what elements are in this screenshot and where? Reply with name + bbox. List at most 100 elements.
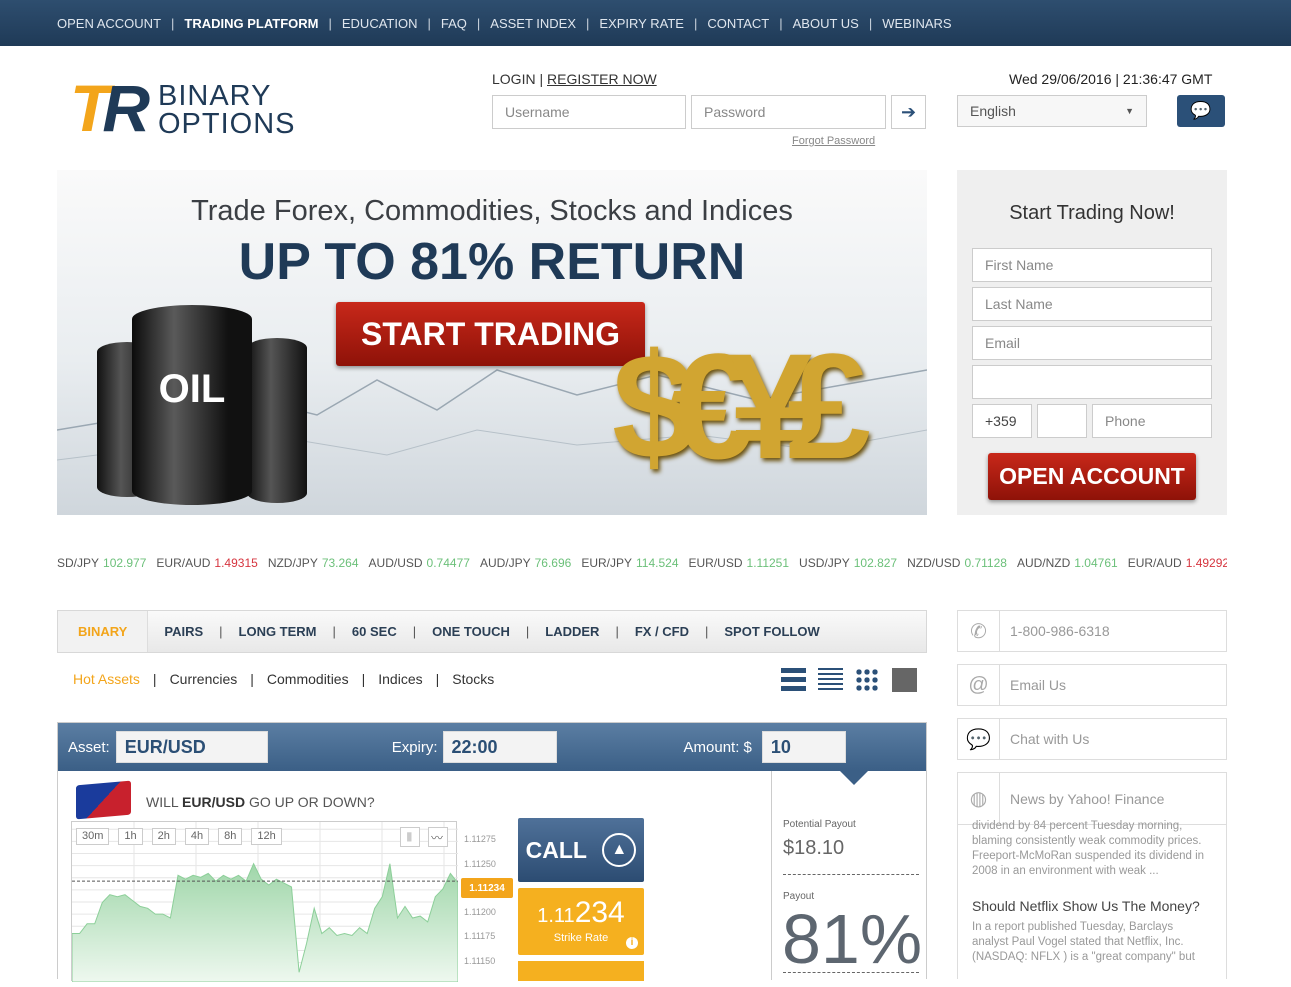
ticker-pair: NZD/JPY xyxy=(267,556,318,570)
username-input[interactable]: Username xyxy=(492,95,686,129)
logo-text[interactable]: BINARY OPTIONS xyxy=(158,80,296,140)
signup-title: Start Trading Now! xyxy=(1009,202,1175,224)
nav-item-open-account[interactable]: OPEN ACCOUNT xyxy=(57,16,161,31)
question-post: GO UP OR DOWN? xyxy=(245,794,375,810)
tab-one-touch[interactable]: ONE TOUCH xyxy=(416,624,526,639)
register-link[interactable]: REGISTER NOW xyxy=(547,71,657,87)
timeframe-12h[interactable]: 12h xyxy=(251,828,282,845)
subtab-separator: | xyxy=(250,671,254,687)
timeframe-8h[interactable]: 8h xyxy=(218,828,243,845)
nav-separator: | xyxy=(586,15,590,31)
list-view-small-icon[interactable] xyxy=(818,668,843,692)
subtab-indices[interactable]: Indices xyxy=(378,671,422,687)
nav-separator: | xyxy=(476,15,481,31)
tab-60-sec[interactable]: 60 SEC xyxy=(336,624,413,639)
chat-button[interactable]: 💬 xyxy=(1177,95,1225,127)
last-name-input[interactable]: Last Name xyxy=(972,287,1212,321)
logo-mark[interactable]: TR xyxy=(70,75,150,141)
news-widget: ◍ News by Yahoo! Finance dividend by 84 p… xyxy=(957,772,1227,979)
y-tick: 1.11150 xyxy=(464,955,496,966)
nav-item-expiry-rate[interactable]: EXPIRY RATE xyxy=(599,16,684,31)
banner-return: UP TO 81% RETURN xyxy=(238,233,746,291)
timeframe-4h[interactable]: 4h xyxy=(184,828,210,845)
at-sign-icon: @ xyxy=(958,665,1000,705)
subtab-currencies[interactable]: Currencies xyxy=(170,671,238,687)
y-tick: 1.11250 xyxy=(464,858,496,869)
email-input[interactable]: Email xyxy=(972,326,1212,360)
tab-fx-cfd[interactable]: FX / CFD xyxy=(619,624,705,639)
subtab-commodities[interactable]: Commodities xyxy=(267,671,349,687)
nav-item-asset-index[interactable]: ASSET INDEX xyxy=(490,16,576,31)
tab-pairs[interactable]: PAIRS xyxy=(148,624,219,639)
nav-item-contact[interactable]: CONTACT xyxy=(707,16,769,31)
chat-bubbles-icon: 💬 xyxy=(1190,101,1212,120)
tab-spot-follow[interactable]: SPOT FOLLOW xyxy=(708,624,835,639)
strike-rate-box: 1.11234 Strike Rate i xyxy=(518,888,644,955)
potential-payout-label: Potential Payout xyxy=(783,819,856,830)
news-header: ◍ News by Yahoo! Finance xyxy=(958,773,1226,825)
y-tick: 1.11275 xyxy=(464,834,496,845)
asset-select[interactable]: EUR/USD xyxy=(115,731,268,763)
subtab-stocks[interactable]: Stocks xyxy=(452,671,494,687)
nav-item-faq[interactable]: FAQ xyxy=(441,16,467,31)
subtab-hot-assets[interactable]: Hot Assets xyxy=(73,671,140,687)
put-button[interactable] xyxy=(518,961,644,981)
tab-ladder[interactable]: LADDER xyxy=(529,624,615,639)
list-view-large-icon[interactable] xyxy=(781,668,806,692)
logo-line2: OPTIONS xyxy=(158,108,296,140)
password-input[interactable]: Password xyxy=(691,95,886,129)
email-label: Email Us xyxy=(1010,677,1067,693)
promo-banner[interactable]: Trade Forex, Commodities, Stocks and Ind… xyxy=(57,170,927,515)
logo-line1: BINARY xyxy=(158,80,272,112)
login-button[interactable]: ➔ xyxy=(891,95,926,129)
open-account-button[interactable]: OPEN ACCOUNT xyxy=(988,453,1196,500)
area-code-input[interactable] xyxy=(1037,404,1087,438)
login-link[interactable]: LOGIN xyxy=(492,71,536,87)
news-body: In a report published Tuesday, Barclays … xyxy=(972,921,1195,963)
tile-view-icon[interactable] xyxy=(892,668,917,692)
tab-long-term[interactable]: LONG TERM xyxy=(223,624,333,639)
language-value: English xyxy=(970,103,1016,119)
start-trading-button[interactable]: START TRADING xyxy=(336,302,645,366)
news-title: News by Yahoo! Finance xyxy=(1010,790,1165,807)
arrow-up-circle-icon: ▲ xyxy=(602,833,637,867)
nav-item-education[interactable]: EDUCATION xyxy=(342,16,418,31)
globe-icon: ◍ xyxy=(958,773,1000,824)
forgot-password-link[interactable]: Forgot Password xyxy=(792,135,875,147)
eur-usd-flag-icon xyxy=(76,780,131,820)
timeframe-1h[interactable]: 1h xyxy=(118,828,143,845)
tab-binary[interactable]: BINARY xyxy=(58,611,149,652)
timeframe-buttons: 30m 1h 2h 4h 8h 12h xyxy=(76,828,282,845)
ticker-rate: 73.264 xyxy=(321,556,359,570)
email-contact[interactable]: @ Email Us xyxy=(957,664,1227,706)
nav-separator: | xyxy=(693,15,698,31)
first-name-input[interactable]: First Name xyxy=(972,248,1212,282)
timeframe-30m[interactable]: 30m xyxy=(76,828,110,845)
grid-view-icon[interactable] xyxy=(855,668,880,692)
chat-contact[interactable]: 💬 Chat with Us xyxy=(957,718,1227,760)
nav-separator: | xyxy=(779,15,783,31)
info-icon[interactable]: i xyxy=(626,937,638,949)
news-headline[interactable]: Should Netflix Show Us The Money? xyxy=(972,899,1212,914)
ticker-pair: NZD/USD xyxy=(907,556,961,570)
y-tick: 1.11175 xyxy=(464,931,496,942)
nav-item-about-us[interactable]: ABOUT US xyxy=(793,16,859,31)
expiry-select[interactable]: 22:00 xyxy=(442,731,557,763)
call-button[interactable]: CALL ▲ xyxy=(518,818,644,882)
amount-input[interactable]: 10 xyxy=(761,731,846,763)
nav-item-webinars[interactable]: WEBINARS xyxy=(882,16,951,31)
candlestick-chart-icon[interactable]: ▮ xyxy=(400,827,420,847)
ticker-pair: EUR/USD xyxy=(688,556,743,570)
phone-contact[interactable]: ✆ 1-800-986-6318 xyxy=(957,610,1227,652)
language-select[interactable]: English ▼ xyxy=(957,95,1147,127)
trade-panel: Asset: EUR/USD Expiry: 22:00 Amount: $ 1… xyxy=(57,722,927,983)
line-chart-icon[interactable]: 〰 xyxy=(428,827,448,847)
ticker-rate: 76.696 xyxy=(534,556,572,570)
phone-input[interactable]: Phone xyxy=(1092,404,1212,438)
nav-item-trading-platform[interactable]: TRADING PLATFORM xyxy=(184,16,318,31)
country-input[interactable] xyxy=(972,365,1212,399)
timeframe-2h[interactable]: 2h xyxy=(151,828,176,845)
ticker-pair: EUR/AUD xyxy=(1127,556,1182,570)
price-chart[interactable]: 30m 1h 2h 4h 8h 12h ▮ 〰 xyxy=(71,821,459,983)
country-code-input[interactable]: +359 xyxy=(972,404,1032,438)
